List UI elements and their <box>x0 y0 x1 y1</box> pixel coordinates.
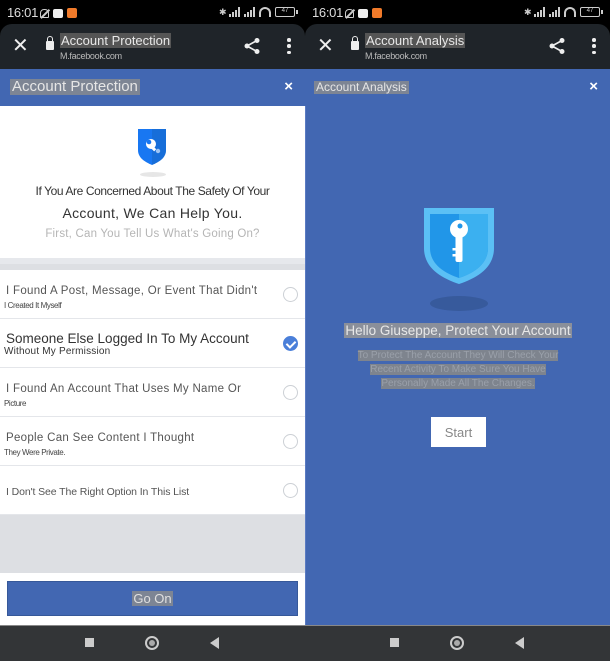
status-time: 16:01 <box>312 5 344 20</box>
description-line-2: Recent Activity To Make Sure You Have <box>370 364 546 375</box>
option-item[interactable]: People Can See Content I Thought They We… <box>0 417 305 466</box>
greeting-text: Hello Giuseppe, Protect Your Account <box>344 323 572 338</box>
recent-apps-icon[interactable] <box>85 638 94 647</box>
wifi-icon <box>564 7 576 17</box>
account-analysis-content: Hello Giuseppe, Protect Your Account To … <box>305 106 610 625</box>
intro-section: If You Are Concerned About The Safety Of… <box>0 106 305 264</box>
home-icon[interactable] <box>145 636 159 650</box>
greeting-heading: Hello Giuseppe, Protect Your Account <box>306 322 610 340</box>
share-icon[interactable] <box>243 37 261 55</box>
android-nav-bar <box>305 625 610 661</box>
intro-question: First, Can You Tell Us What's Going On? <box>45 228 260 240</box>
description-line-1: To Protect The Account They Will Check Y… <box>357 350 559 361</box>
radio-button[interactable] <box>283 385 298 400</box>
analysis-description: To Protect The Account They Will Check Y… <box>336 349 580 391</box>
recent-apps-icon[interactable] <box>390 638 399 647</box>
radio-button[interactable] <box>283 483 298 498</box>
footer: Go On <box>0 573 305 625</box>
page-url: M.facebook.com <box>60 51 122 61</box>
status-time: 16:01 <box>7 5 39 20</box>
intro-line-2: Account, We Can Help You. <box>62 205 243 221</box>
option-sublabel: I Created It Myself <box>4 301 62 310</box>
close-tab-icon[interactable]: ✕ <box>317 36 334 56</box>
page-title: Account Analysis <box>365 33 466 48</box>
option-item[interactable]: I Found A Post, Message, Or Event That D… <box>0 270 305 319</box>
options-list: I Found A Post, Message, Or Event That D… <box>0 270 305 515</box>
signal-icon-2 <box>549 7 560 17</box>
option-sublabel: They Were Private. <box>4 448 66 457</box>
shield-shadow <box>140 172 166 177</box>
signal-icon-2 <box>244 7 255 17</box>
system-icons: ✱ 47 <box>219 7 298 17</box>
option-item[interactable]: I Found An Account That Uses My Name Or … <box>0 368 305 417</box>
more-menu-icon[interactable] <box>287 38 291 54</box>
muted-bell-icon <box>40 8 49 18</box>
share-icon[interactable] <box>548 37 566 55</box>
dialog-header: Account Analysis × <box>305 69 610 106</box>
phone-account-protection: 16:01 ✱ 47 ✕ Account Protection M.facebo… <box>0 0 305 661</box>
radio-button[interactable] <box>283 434 298 449</box>
wifi-icon <box>259 7 271 17</box>
battery-icon: 47 <box>580 7 603 17</box>
shield-wrench-icon <box>138 129 166 165</box>
notification-icons <box>345 8 382 18</box>
option-label: People Can See Content I Thought <box>6 432 195 444</box>
dialog-title: Account Protection <box>10 78 140 95</box>
bluetooth-icon: ✱ <box>524 7 532 17</box>
description-line-3: Personally Made All The Changes. <box>381 378 535 389</box>
option-sublabel: Picture <box>4 399 27 408</box>
radio-button-checked[interactable] <box>283 336 298 351</box>
bluetooth-icon: ✱ <box>219 7 227 17</box>
muted-bell-icon <box>345 8 354 18</box>
option-label: Someone Else Logged In To My Account <box>6 331 249 346</box>
radio-button[interactable] <box>283 287 298 302</box>
lock-icon <box>351 36 359 50</box>
intro-line-1: If You Are Concerned About The Safety Of… <box>35 184 270 198</box>
status-bar: 16:01 ✱ 47 <box>0 0 305 24</box>
start-button[interactable]: Start <box>431 417 486 447</box>
page-url: M.facebook.com <box>365 51 427 61</box>
option-item-selected[interactable]: Someone Else Logged In To My Account Wit… <box>0 319 305 368</box>
system-icons: ✱ 47 <box>524 7 603 17</box>
shield-key-icon <box>424 208 494 284</box>
message-icon <box>358 8 368 18</box>
status-bar: 16:01 ✱ 47 <box>305 0 610 24</box>
shield-shadow <box>430 296 488 311</box>
account-protection-content: If You Are Concerned About The Safety Of… <box>0 106 305 625</box>
signal-icon <box>534 7 545 17</box>
option-sublabel: Without My Permission <box>4 346 111 357</box>
dialog-close-button[interactable]: × <box>589 78 598 95</box>
back-icon[interactable] <box>210 637 219 649</box>
app-notification-icon <box>372 8 382 18</box>
back-icon[interactable] <box>515 637 524 649</box>
home-icon[interactable] <box>450 636 464 650</box>
browser-toolbar: ✕ Account Analysis M.facebook.com <box>305 24 610 69</box>
lock-icon <box>46 36 54 50</box>
more-menu-icon[interactable] <box>592 38 596 54</box>
dialog-title: Account Analysis <box>314 80 409 94</box>
notification-icons <box>40 8 77 18</box>
option-item[interactable]: I Don't See The Right Option In This Lis… <box>0 466 305 515</box>
close-tab-icon[interactable]: ✕ <box>12 36 29 56</box>
phone-account-analysis: 16:01 ✱ 47 ✕ Account Analysis M.facebook… <box>305 0 610 661</box>
message-icon <box>53 8 63 18</box>
option-label: I Don't See The Right Option In This Lis… <box>6 486 190 498</box>
app-notification-icon <box>67 8 77 18</box>
dialog-close-button[interactable]: × <box>284 78 293 95</box>
screens: 16:01 ✱ 47 ✕ Account Protection M.facebo… <box>0 0 610 661</box>
option-label: I Found A Post, Message, Or Event That D… <box>6 285 258 297</box>
option-label: I Found An Account That Uses My Name Or <box>6 383 242 395</box>
dialog-header: Account Protection × <box>0 69 305 106</box>
battery-icon: 47 <box>275 7 298 17</box>
browser-toolbar: ✕ Account Protection M.facebook.com <box>0 24 305 69</box>
android-nav-bar <box>0 625 305 661</box>
go-on-button[interactable]: Go On <box>7 581 298 616</box>
page-title: Account Protection <box>60 33 172 48</box>
go-on-label: Go On <box>132 591 173 606</box>
signal-icon <box>229 7 240 17</box>
